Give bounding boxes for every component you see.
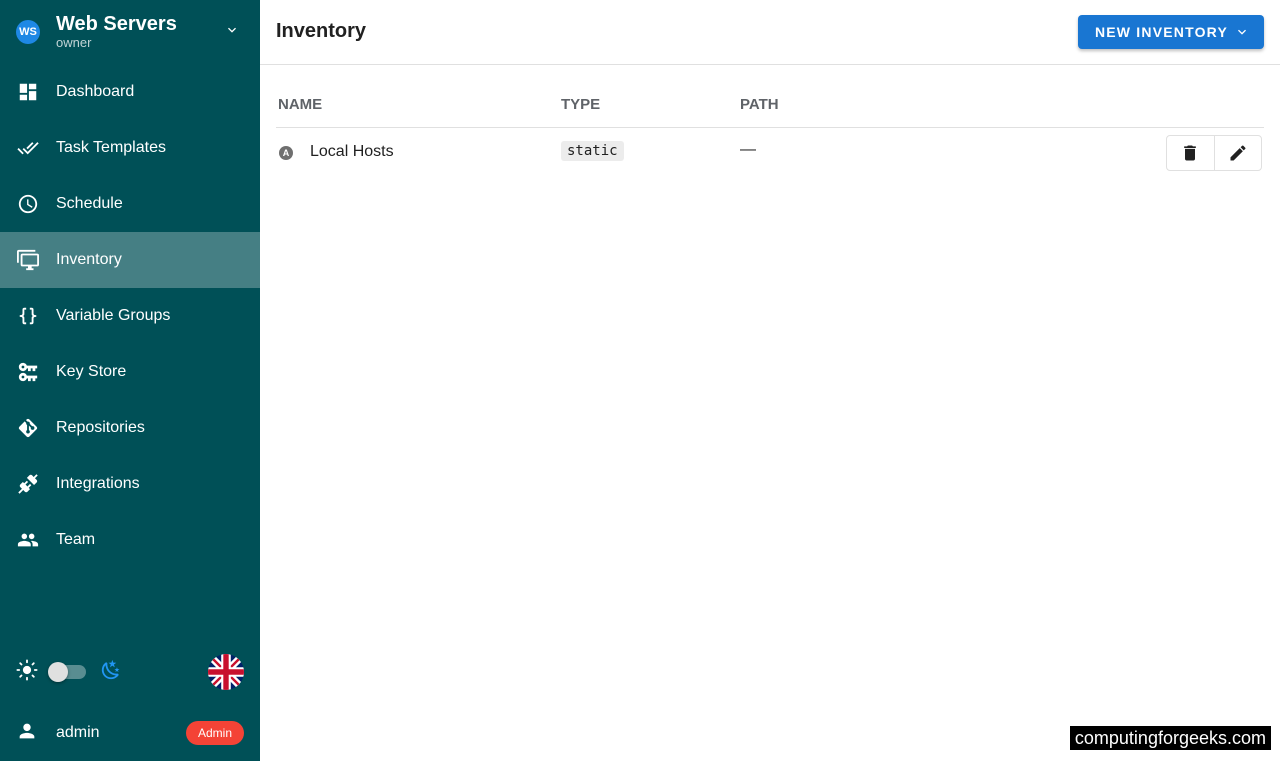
dashboard-icon	[16, 80, 40, 104]
toolbar: Inventory NEW INVENTORY	[260, 0, 1280, 65]
inventory-path: —	[740, 141, 756, 158]
dark-mode-toggle[interactable]	[48, 662, 86, 682]
moon-icon	[100, 659, 122, 686]
sidebar-nav: Dashboard Task Templates Schedule Invent…	[0, 64, 260, 568]
column-header-path[interactable]: PATH	[740, 96, 779, 113]
ansible-icon: A	[279, 146, 293, 160]
watermark: computingforgeeks.com	[1069, 726, 1271, 750]
git-icon	[16, 416, 40, 440]
sidebar-item-label: Task Templates	[56, 139, 166, 156]
user-menu[interactable]: admin Admin	[16, 718, 244, 748]
pencil-icon	[1230, 145, 1246, 161]
clock-icon	[16, 192, 40, 216]
sidebar-item-label: Key Store	[56, 363, 127, 380]
sidebar-item-task-templates[interactable]: Task Templates	[0, 120, 260, 176]
sidebar-item-dashboard[interactable]: Dashboard	[0, 64, 260, 120]
project-avatar: WS	[16, 20, 40, 44]
table-header: NAME TYPE PATH	[276, 81, 1264, 128]
row-actions	[1166, 135, 1262, 171]
key-change-icon	[16, 360, 40, 384]
new-inventory-label: NEW INVENTORY	[1094, 24, 1228, 40]
sidebar-item-key-store[interactable]: Key Store	[0, 344, 260, 400]
table-row: A Local Hosts static —	[276, 128, 1264, 176]
sidebar: WS Web Servers owner Dashboard Task Temp…	[0, 0, 260, 761]
inventory-table: NAME TYPE PATH A Local Hosts static —	[276, 81, 1264, 176]
delete-button[interactable]	[1167, 136, 1214, 170]
sun-icon	[16, 658, 38, 686]
sidebar-item-team[interactable]: Team	[0, 512, 260, 568]
sidebar-item-label: Repositories	[56, 419, 145, 436]
account-icon	[16, 720, 38, 747]
sidebar-item-schedule[interactable]: Schedule	[0, 176, 260, 232]
inventory-type: static	[561, 141, 624, 161]
code-braces-icon	[16, 304, 40, 328]
theme-switcher	[16, 654, 244, 690]
account-multiple-icon	[16, 528, 40, 552]
project-switcher[interactable]: WS Web Servers owner	[0, 0, 260, 64]
edit-button[interactable]	[1213, 136, 1261, 170]
monitor-multiple-icon	[16, 248, 40, 272]
sidebar-item-label: Integrations	[56, 475, 140, 492]
new-inventory-button[interactable]: NEW INVENTORY	[1077, 15, 1264, 49]
double-check-icon	[16, 136, 40, 160]
project-role: owner	[56, 35, 92, 50]
plug-icon	[16, 472, 40, 496]
page-title: Inventory	[276, 20, 367, 42]
chevron-down-icon	[1238, 29, 1246, 35]
sidebar-item-variable-groups[interactable]: Variable Groups	[0, 288, 260, 344]
user-name: admin	[56, 724, 100, 741]
admin-badge: Admin	[185, 721, 244, 745]
sidebar-item-inventory[interactable]: Inventory	[0, 232, 260, 288]
sidebar-item-label: Dashboard	[56, 83, 135, 100]
sidebar-item-label: Schedule	[56, 195, 123, 212]
sidebar-item-label: Variable Groups	[56, 307, 171, 324]
main-content: Inventory NEW INVENTORY NAME TYPE PATH A…	[260, 0, 1280, 761]
language-flag-uk-icon[interactable]	[208, 654, 244, 690]
toggle-knob	[48, 662, 68, 682]
column-header-name[interactable]: NAME	[278, 96, 322, 113]
chevron-down-icon[interactable]	[224, 22, 240, 38]
sidebar-item-repositories[interactable]: Repositories	[0, 400, 260, 456]
project-name: Web Servers	[56, 13, 177, 35]
inventory-name[interactable]: Local Hosts	[310, 143, 394, 161]
sidebar-item-label: Inventory	[56, 251, 122, 268]
sidebar-item-integrations[interactable]: Integrations	[0, 456, 260, 512]
column-header-type[interactable]: TYPE	[561, 96, 600, 113]
sidebar-item-label: Team	[56, 531, 96, 548]
delete-icon	[1184, 145, 1197, 161]
